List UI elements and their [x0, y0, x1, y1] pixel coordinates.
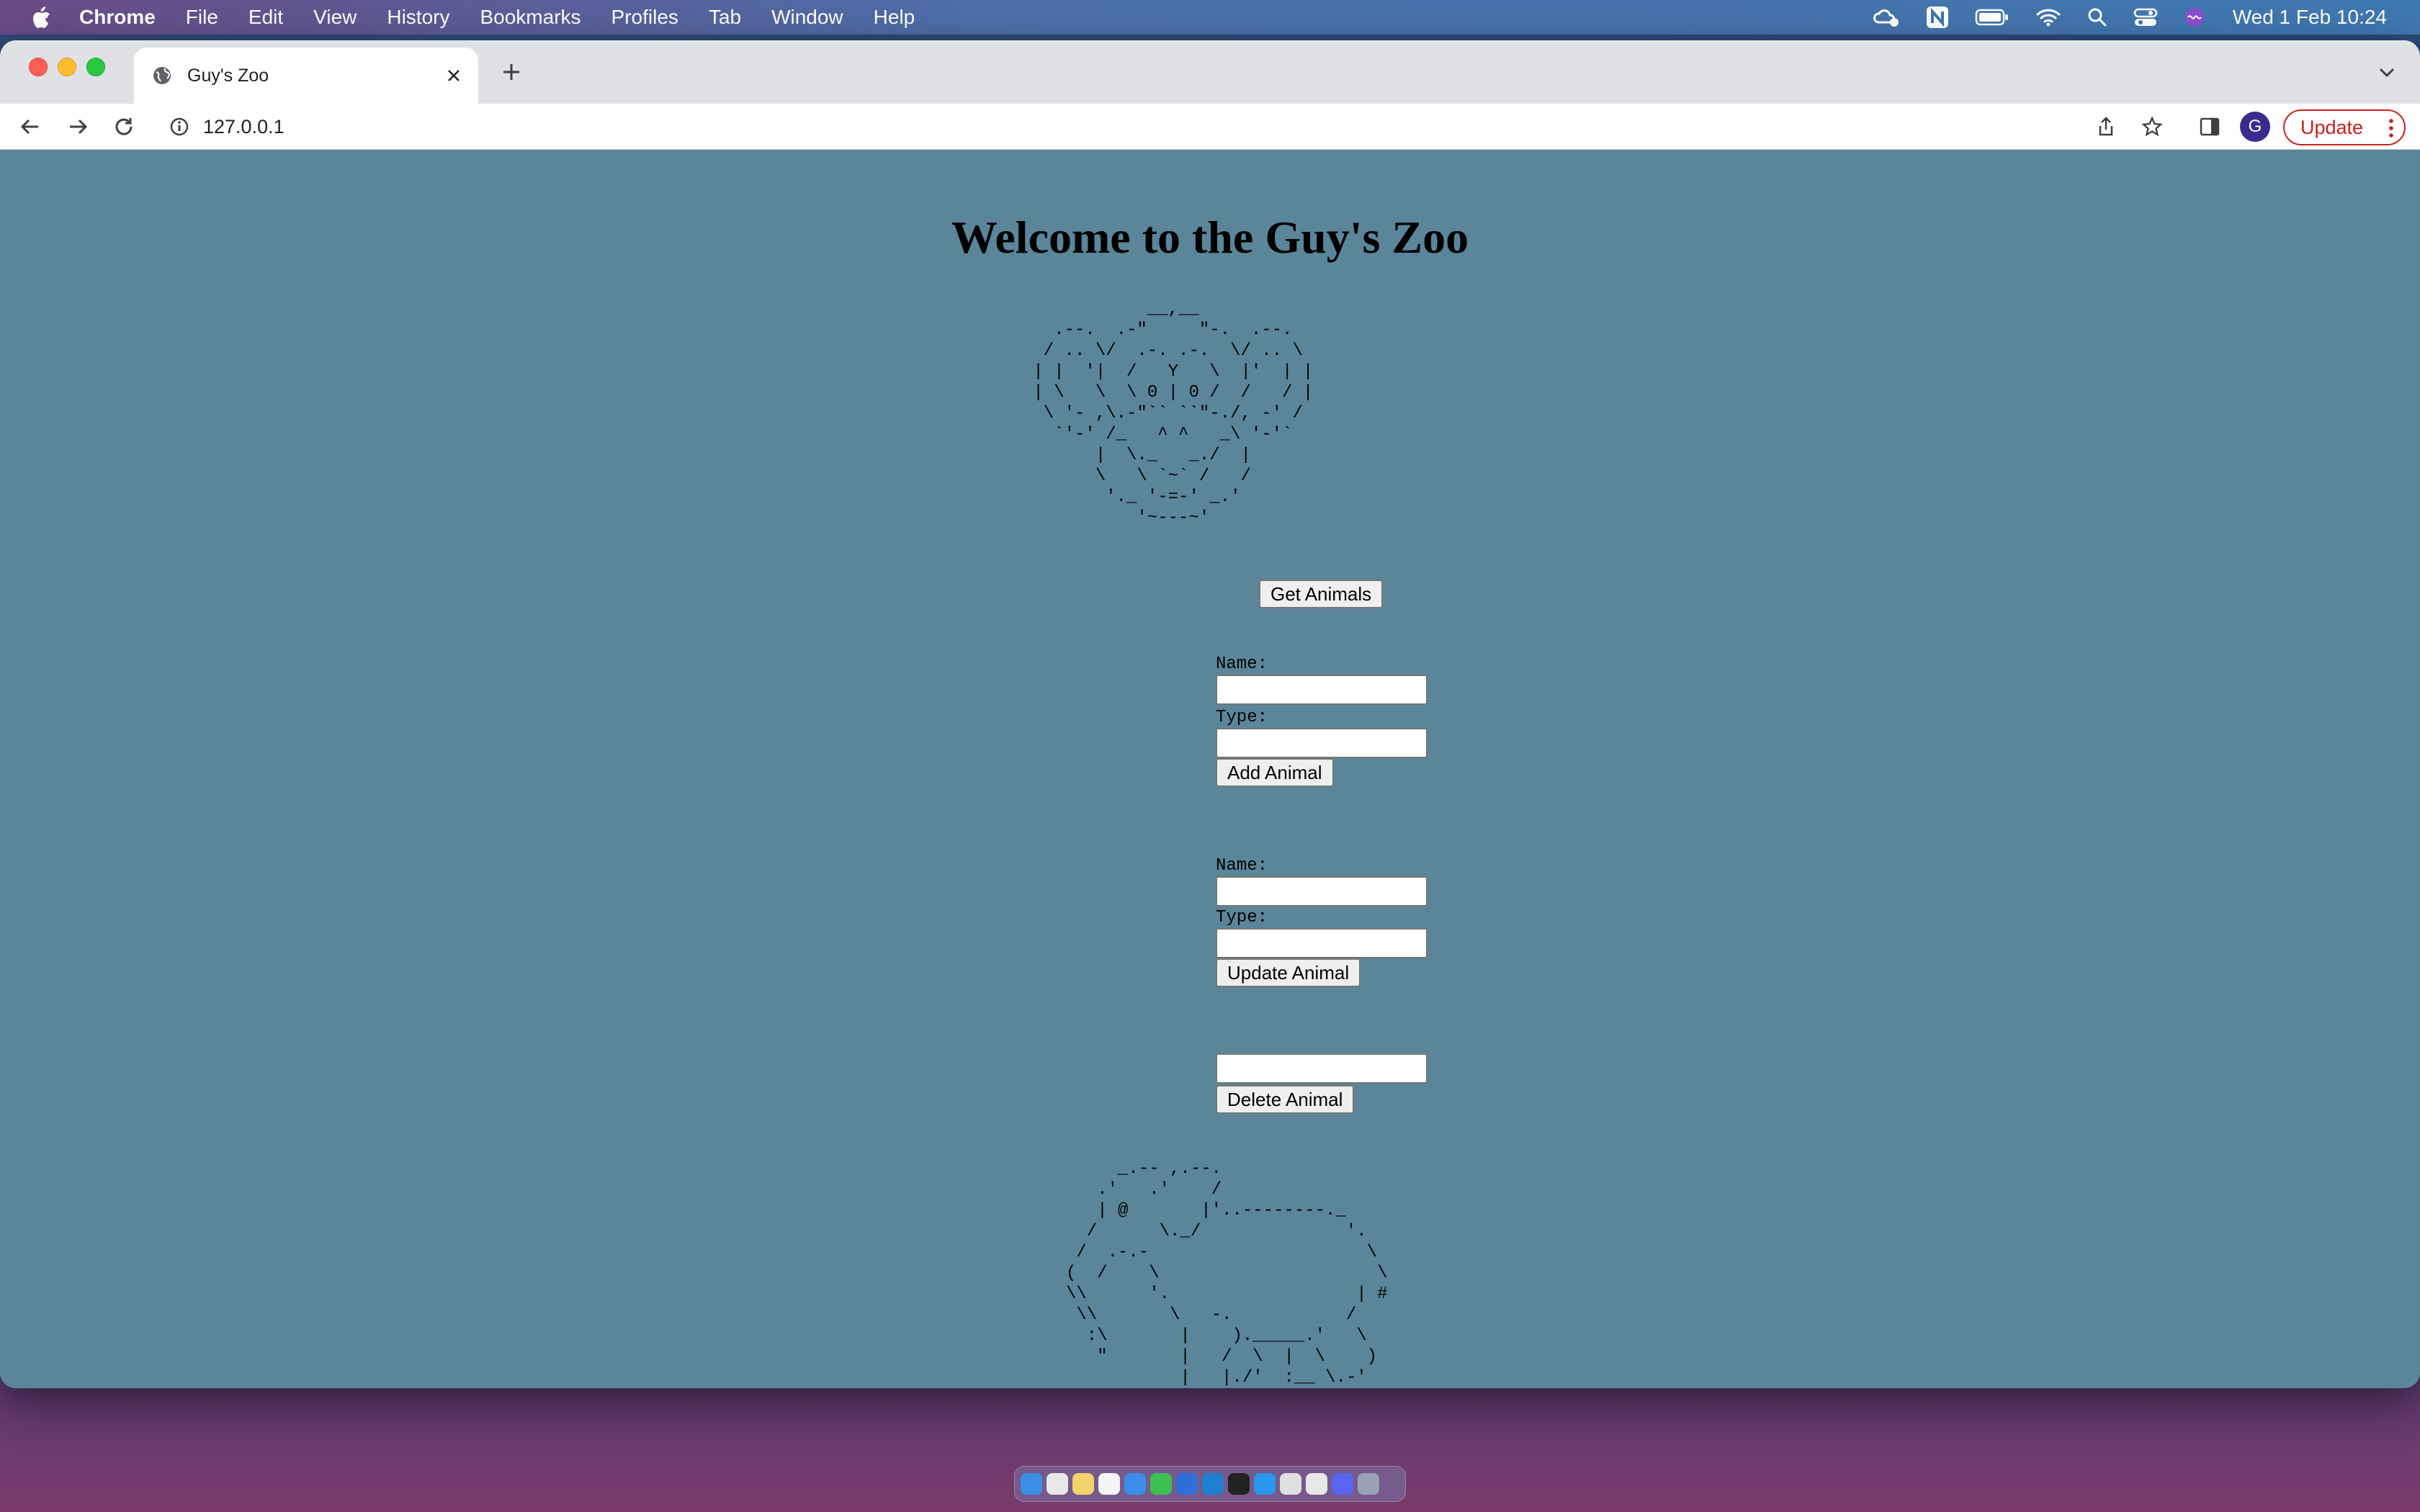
apple-logo-icon[interactable] — [29, 4, 53, 30]
menubar-clock[interactable]: Wed 1 Feb 10:24 — [2233, 6, 2387, 29]
menu-app-chrome[interactable]: Chrome — [79, 6, 156, 29]
more-menu-icon[interactable] — [2388, 118, 2394, 143]
textedit-icon[interactable] — [1098, 1473, 1120, 1495]
tab-strip: Guy's Zoo — [0, 40, 2420, 104]
site-info-icon[interactable] — [169, 116, 190, 138]
notes-icon[interactable] — [1072, 1473, 1094, 1495]
vscode-icon[interactable] — [1202, 1473, 1224, 1495]
trash-icon[interactable] — [1358, 1473, 1379, 1495]
tab-title: Guy's Zoo — [187, 65, 269, 86]
back-arrow-icon[interactable] — [16, 112, 45, 141]
fullscreen-window-button[interactable] — [86, 58, 105, 76]
web-page: Welcome to the Guy's Zoo __,__ .--. .-" … — [0, 150, 2420, 1388]
tab-search-chevron-icon[interactable] — [2372, 58, 2401, 86]
update-name-input[interactable] — [1216, 876, 1428, 906]
status-area: Wed 1 Feb 10:24 — [1847, 0, 2387, 35]
finder-icon[interactable] — [1021, 1473, 1042, 1495]
app-icon[interactable] — [1176, 1473, 1198, 1495]
slack-icon[interactable] — [1280, 1473, 1301, 1495]
browser-window: Guy's Zoo 127.0.0.1 G Update Welcome to … — [0, 40, 2420, 1388]
control-center-icon[interactable] — [2133, 7, 2158, 27]
battery-icon[interactable] — [1975, 8, 2009, 27]
delete-name-input[interactable] — [1216, 1053, 1428, 1084]
add-name-label: Name: — [1216, 654, 1268, 674]
siri-icon[interactable] — [2184, 6, 2205, 28]
update-type-label: Type: — [1216, 908, 1268, 927]
add-type-input[interactable] — [1216, 728, 1428, 758]
menu-file[interactable]: File — [186, 6, 218, 29]
add-animal-button[interactable]: Add Animal — [1216, 758, 1334, 787]
menu-edit[interactable]: Edit — [248, 6, 283, 29]
elephant-ascii-art: _.-- ,.--. .' .' / | @ |'..--------._ / … — [1066, 1159, 1388, 1387]
cloud-sync-icon[interactable] — [1873, 6, 1900, 28]
page-title: Welcome to the Guy's Zoo — [951, 212, 1469, 263]
tab-guys-zoo[interactable]: Guy's Zoo — [134, 48, 478, 104]
chrome-second-icon[interactable] — [1306, 1473, 1327, 1495]
browser-toolbar: 127.0.0.1 G Update — [0, 104, 2420, 150]
spotlight-search-icon[interactable] — [2087, 7, 2107, 27]
n-app-icon[interactable] — [1926, 6, 1949, 29]
close-window-button[interactable] — [29, 58, 48, 76]
terminal-icon[interactable] — [1228, 1473, 1250, 1495]
chrome-icon[interactable] — [1047, 1473, 1068, 1495]
monkey-ascii-art: __,__ .--. .-" "-. .--. / .. \/ .-. .-. … — [1033, 300, 1314, 528]
add-name-input[interactable] — [1216, 675, 1428, 705]
profile-avatar[interactable]: G — [2240, 112, 2270, 142]
update-name-label: Name: — [1216, 856, 1268, 876]
globe-icon — [151, 65, 173, 86]
update-animal-button[interactable]: Update Animal — [1216, 958, 1361, 987]
new-tab-plus-icon[interactable] — [496, 56, 527, 88]
update-chrome-button[interactable]: Update — [2283, 109, 2406, 145]
macos-menu-bar: Chrome File Edit View History Bookmarks … — [0, 0, 2420, 35]
menu-tab[interactable]: Tab — [709, 6, 741, 29]
address-bar[interactable]: 127.0.0.1 — [158, 108, 2172, 145]
side-panel-icon[interactable] — [2195, 112, 2224, 141]
reload-icon[interactable] — [109, 112, 138, 141]
menu-help[interactable]: Help — [874, 6, 915, 29]
menu-profiles[interactable]: Profiles — [611, 6, 678, 29]
update-label: Update — [2300, 116, 2364, 138]
wifi-icon[interactable] — [2035, 7, 2061, 27]
menu-history[interactable]: History — [387, 6, 449, 29]
share-icon[interactable] — [2092, 112, 2120, 141]
macos-dock — [1014, 1466, 1406, 1502]
update-type-input[interactable] — [1216, 928, 1428, 958]
minimize-window-button[interactable] — [58, 58, 76, 76]
bookmark-star-icon[interactable] — [2138, 112, 2166, 141]
docker-icon[interactable] — [1254, 1473, 1276, 1495]
mail-icon[interactable] — [1124, 1473, 1146, 1495]
url-text[interactable]: 127.0.0.1 — [203, 116, 284, 138]
delete-animal-button[interactable]: Delete Animal — [1216, 1085, 1355, 1114]
whatsapp-icon[interactable] — [1150, 1473, 1172, 1495]
add-type-label: Type: — [1216, 708, 1268, 727]
menu-bookmarks[interactable]: Bookmarks — [480, 6, 581, 29]
close-tab-icon[interactable] — [439, 61, 468, 90]
menu-view[interactable]: View — [313, 6, 357, 29]
menu-window[interactable]: Window — [771, 6, 843, 29]
get-animals-button[interactable]: Get Animals — [1259, 580, 1384, 608]
forward-arrow-icon[interactable] — [63, 112, 92, 141]
discord-icon[interactable] — [1332, 1473, 1353, 1495]
